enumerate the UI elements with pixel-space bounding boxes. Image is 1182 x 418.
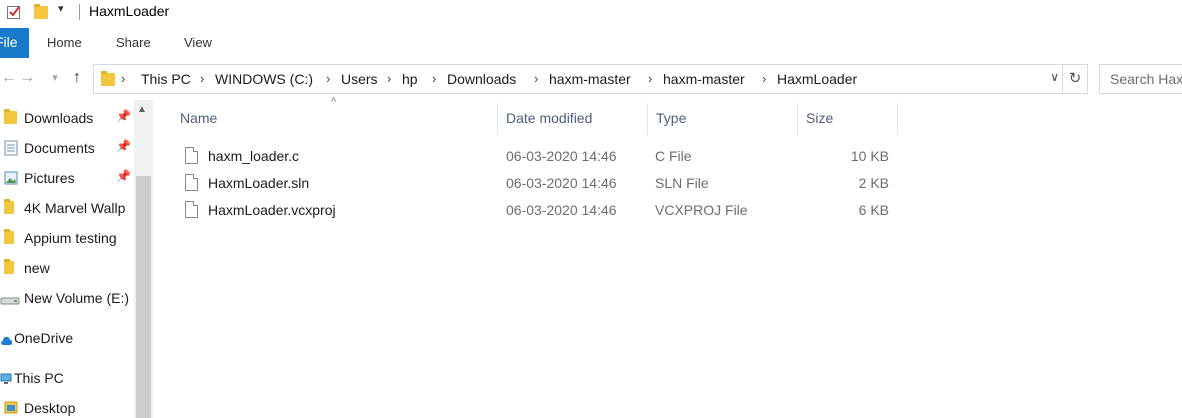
sidebar-item-pictures[interactable]: Pictures 📌	[0, 163, 134, 193]
properties-icon[interactable]	[6, 4, 22, 23]
file-name: HaxmLoader.sln	[208, 175, 310, 191]
pin-icon[interactable]: 📌	[116, 169, 131, 183]
sidebar-item-appium-testing[interactable]: Appium testing	[0, 223, 134, 253]
customize-toolbar-icon[interactable]: ▾	[58, 2, 64, 15]
chevron-right-icon[interactable]: ›	[762, 71, 766, 86]
tab-home[interactable]: Home	[47, 35, 82, 50]
sidebar-item-documents[interactable]: Documents 📌	[0, 133, 134, 163]
file-size: 6 KB	[858, 202, 889, 218]
forward-button[interactable]: →	[16, 67, 38, 89]
tab-view[interactable]: View	[184, 35, 212, 50]
breadcrumb-haxmloader[interactable]: HaxmLoader	[777, 71, 857, 87]
downloads-folder-icon	[4, 109, 17, 127]
chevron-right-icon[interactable]: ›	[200, 71, 204, 86]
sidebar-item-this-pc[interactable]: This PC	[0, 363, 134, 393]
desktop-icon	[4, 401, 18, 417]
file-type: VCXPROJ File	[655, 202, 748, 218]
pin-icon[interactable]: 📌	[116, 139, 131, 153]
scroll-up-icon[interactable]: ▲	[137, 104, 147, 115]
file-size: 10 KB	[850, 148, 889, 164]
file-size: 2 KB	[858, 175, 889, 191]
title-bar: ▾ HaxmLoader	[0, 0, 1182, 26]
sidebar-item-label: new	[24, 260, 50, 276]
sidebar-item-label: Desktop	[24, 400, 76, 416]
window-title: HaxmLoader	[89, 3, 170, 19]
sidebar-item-label: Documents	[24, 140, 95, 156]
breadcrumb-hp[interactable]: hp	[402, 71, 418, 87]
folder-icon	[4, 229, 14, 247]
computer-icon	[0, 372, 12, 388]
sidebar-item-onedrive[interactable]: OneDrive	[0, 323, 134, 353]
folder-icon	[4, 199, 14, 217]
scrollbar-thumb[interactable]	[136, 176, 151, 418]
table-row[interactable]: haxm_loader.c 06-03-2020 14:46 C File 10…	[178, 144, 898, 170]
column-header-type[interactable]: Type	[648, 103, 798, 135]
file-date: 06-03-2020 14:46	[506, 148, 617, 164]
column-header-size[interactable]: Size	[798, 103, 898, 135]
file-icon	[185, 147, 198, 164]
address-row: ← → ▾ ↑ › This PC › WINDOWS (C:) › Users…	[0, 62, 1182, 96]
pin-icon[interactable]: 📌	[116, 109, 131, 123]
sidebar-item-4k-marvel[interactable]: 4K Marvel Wallp	[0, 193, 134, 223]
address-bar[interactable]: › This PC › WINDOWS (C:) › Users › hp › …	[93, 64, 1063, 94]
file-icon	[185, 201, 198, 218]
sidebar-item-label: New Volume (E:)	[24, 290, 130, 306]
breadcrumb-haxm-master[interactable]: haxm-master	[549, 71, 631, 87]
recent-locations-button[interactable]: ▾	[48, 67, 62, 89]
address-history-chevron-down-icon[interactable]: ∨	[1050, 70, 1059, 84]
chevron-right-icon[interactable]: ›	[432, 71, 436, 86]
sidebar-item-label: Appium testing	[24, 230, 117, 246]
file-list: ^ Name Date modified Type Size haxm_load…	[153, 96, 1182, 418]
cloud-icon	[0, 333, 13, 349]
chevron-right-icon[interactable]: ›	[121, 71, 125, 86]
new-folder-icon[interactable]	[34, 4, 48, 22]
breadcrumb-haxm-master-2[interactable]: haxm-master	[663, 71, 745, 87]
breadcrumb-windows-c[interactable]: WINDOWS (C:)	[215, 71, 313, 87]
sidebar-item-downloads[interactable]: Downloads 📌	[0, 103, 134, 133]
column-header-name[interactable]: Name	[173, 103, 498, 135]
sidebar-item-label: 4K Marvel Wallp	[24, 200, 126, 216]
chevron-right-icon[interactable]: ›	[387, 71, 391, 86]
file-date: 06-03-2020 14:46	[506, 175, 617, 191]
file-name: haxm_loader.c	[208, 148, 300, 164]
file-name: HaxmLoader.vcxproj	[208, 202, 336, 218]
table-row[interactable]: HaxmLoader.sln 06-03-2020 14:46 SLN File…	[178, 171, 898, 197]
refresh-icon[interactable]: ↻	[1063, 64, 1088, 94]
chevron-right-icon[interactable]: ›	[534, 71, 538, 86]
sidebar-item-desktop[interactable]: Desktop	[0, 393, 134, 418]
title-separator	[79, 4, 80, 20]
column-divider[interactable]	[897, 103, 898, 135]
breadcrumb-this-pc[interactable]: This PC	[141, 71, 191, 87]
file-type: C File	[655, 148, 692, 164]
sidebar-item-label: Downloads	[24, 110, 94, 126]
sidebar-item-label: Pictures	[24, 170, 75, 186]
breadcrumb-downloads[interactable]: Downloads	[447, 71, 516, 87]
sidebar-item-label: OneDrive	[14, 330, 74, 346]
search-input[interactable]: Search HaxmLoader	[1099, 64, 1182, 94]
file-type: SLN File	[655, 175, 709, 191]
sidebar-item-new[interactable]: new	[0, 253, 134, 283]
file-date: 06-03-2020 14:46	[506, 202, 617, 218]
column-header-date-modified[interactable]: Date modified	[498, 103, 648, 135]
chevron-right-icon[interactable]: ›	[326, 71, 330, 86]
sidebar-item-new-volume[interactable]: New Volume (E:)	[0, 283, 134, 313]
folder-icon	[4, 259, 14, 277]
tab-share[interactable]: Share	[116, 35, 151, 50]
tab-file[interactable]: File	[0, 28, 29, 58]
chevron-right-icon[interactable]: ›	[648, 71, 652, 86]
ribbon-tabs: File Home Share View	[0, 28, 1182, 58]
table-row[interactable]: HaxmLoader.vcxproj 06-03-2020 14:46 VCXP…	[178, 198, 898, 224]
pictures-icon	[4, 171, 18, 188]
folder-icon	[101, 71, 115, 89]
up-button[interactable]: ↑	[66, 67, 88, 89]
navigation-scrollbar[interactable]: ▲	[134, 100, 153, 418]
navigation-pane: Downloads 📌 Documents 📌 Pictures 📌 4K Ma…	[0, 100, 153, 418]
documents-icon	[4, 140, 18, 159]
breadcrumb-users[interactable]: Users	[341, 71, 378, 87]
file-icon	[185, 174, 198, 191]
sidebar-item-label: This PC	[14, 370, 64, 386]
drive-icon	[0, 293, 20, 309]
